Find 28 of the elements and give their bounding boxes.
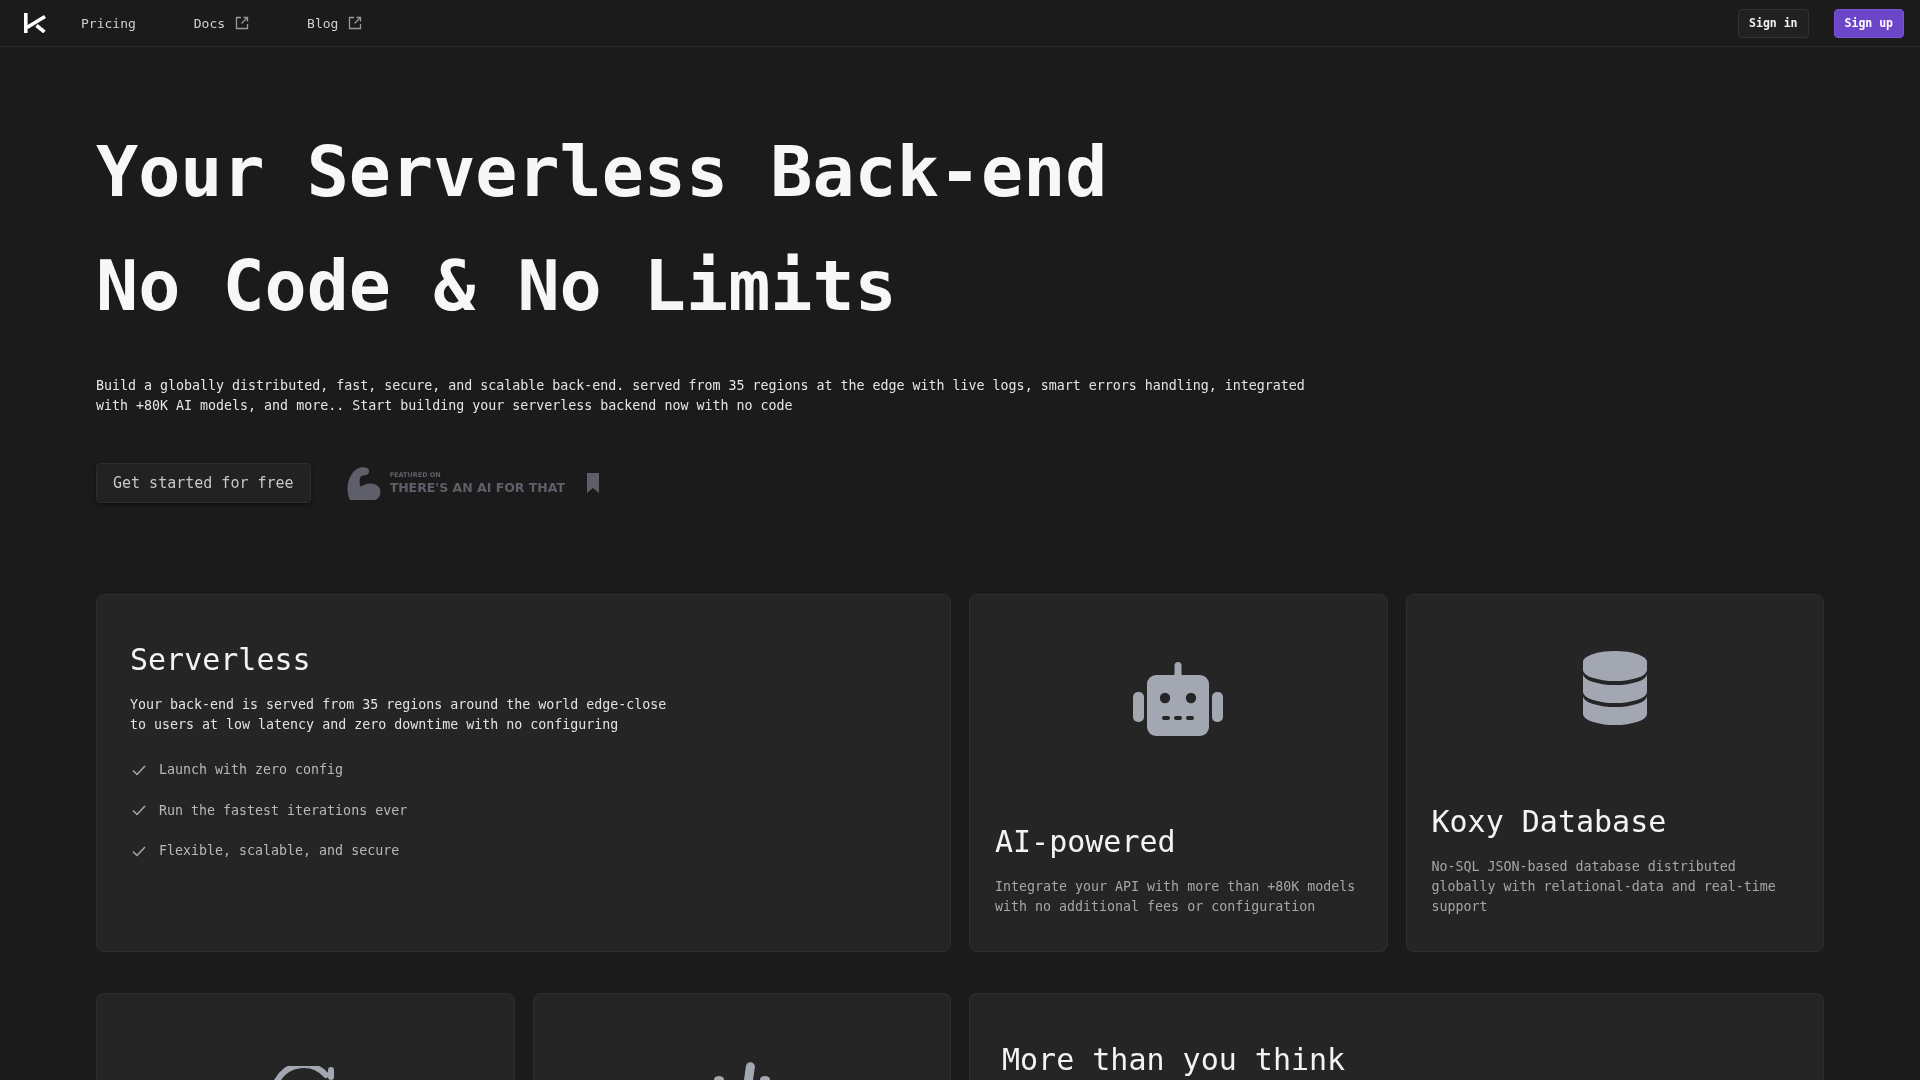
logo-icon[interactable]: [24, 13, 46, 33]
get-started-button[interactable]: Get started for free: [96, 463, 311, 503]
hero-heading: No Code & No Limits: [96, 244, 897, 329]
card-description: Your back-end is served from 35 regions around the world edge-close to users at low latency and zero downtime with no configuring: [130, 696, 668, 734]
card-title: Koxy Database: [1431, 803, 1668, 841]
card-description: No-SQL JSON-based database distributed globally with relational-data and real-time support: [1431, 858, 1777, 916]
hero-description: Build a globally distributed, fast, secure, and scalable back-end. served from 35 regions at the edge with live logs, smart errors handling, integrated with +80K AI models, and more.. Start building your serverless backend now with no code: [96, 377, 1306, 415]
hand-icon: [711, 1062, 772, 1080]
card-title: Serverless: [130, 641, 312, 679]
arc-icon: [274, 1066, 337, 1080]
card-title: More than you think: [1002, 1041, 1347, 1079]
checklist-item: Launch with zero config: [159, 761, 344, 779]
database-icon: [1582, 651, 1647, 725]
bookmark-icon: [587, 473, 600, 493]
sign-in-button[interactable]: Sign in: [1738, 8, 1809, 38]
nav-link[interactable]: Blog: [307, 15, 363, 31]
nav-link[interactable]: Docs: [193, 15, 250, 31]
hero-heading: Your Serverless Back-end: [96, 130, 1108, 215]
checkmark-icon: [132, 764, 146, 776]
checkmark-icon: [132, 805, 146, 816]
card-description: Integrate your API with more than +80K models with no additional fees or configuration: [995, 878, 1357, 916]
sign-up-button[interactable]: Sign up: [1833, 8, 1904, 38]
card-title: AI-powered: [995, 823, 1177, 861]
checkmark-icon: [132, 845, 146, 857]
robot-icon: [1133, 662, 1224, 736]
checklist-item: Flexible, scalable, and secure: [159, 842, 400, 860]
checklist-item: Run the fastest iterations ever: [159, 801, 408, 820]
nav-link[interactable]: Pricing: [81, 15, 136, 31]
